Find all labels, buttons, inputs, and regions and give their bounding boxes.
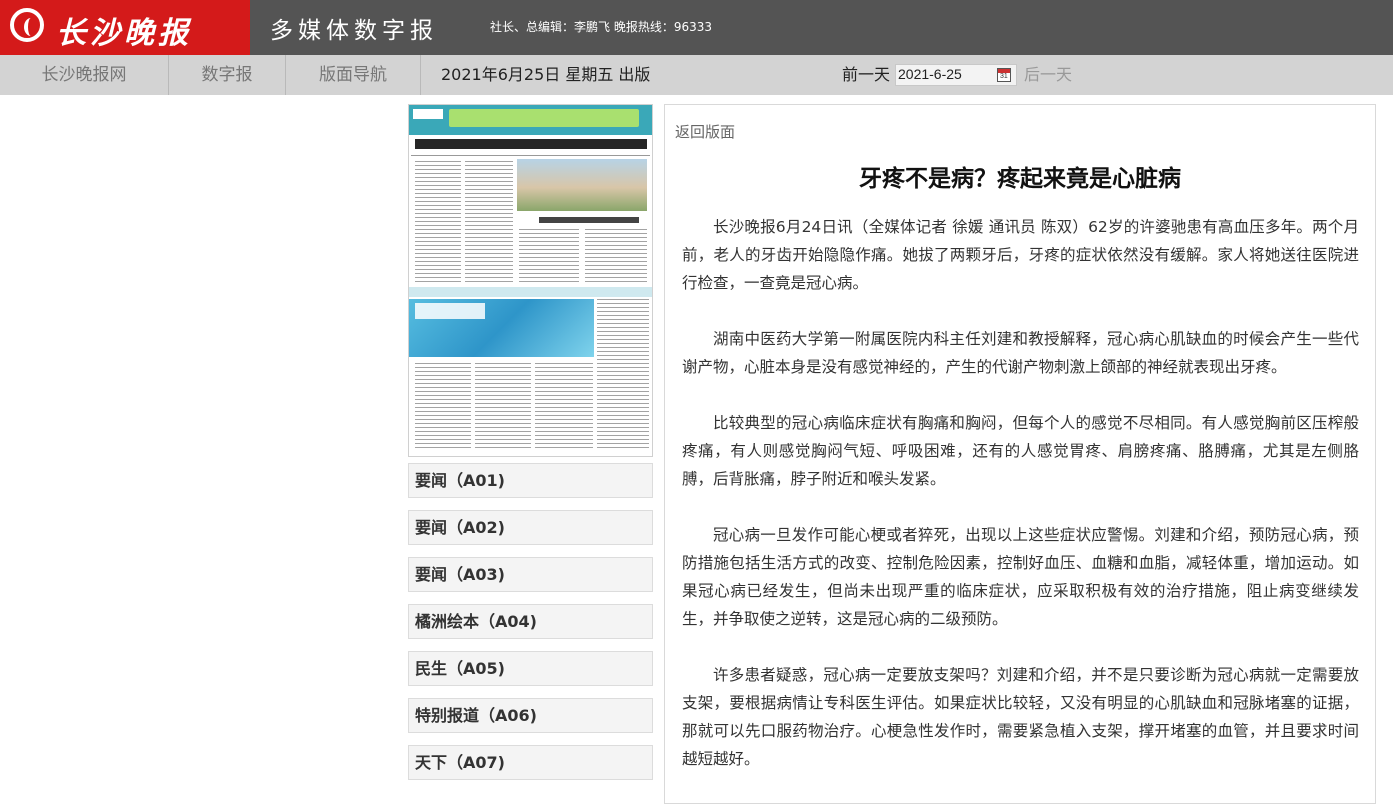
- article-body: 长沙晚报6月24日讯（全媒体记者 徐媛 通讯员 陈双）62岁的许婆驰患有高血压多…: [682, 213, 1359, 801]
- logo-text: 长沙晚报: [56, 16, 192, 51]
- thumb-banner: [449, 109, 639, 127]
- prev-day-link[interactable]: 前一天: [842, 55, 890, 95]
- thumb-pool-photo: [409, 299, 594, 357]
- thumb-text-column: [585, 229, 647, 283]
- site-title: 多媒体数字报: [270, 18, 438, 44]
- thumb-section-band: [409, 287, 652, 297]
- article-title: 牙疼不是病？疼起来竟是心脏病: [859, 166, 1181, 192]
- section-item-a07[interactable]: 天下（A07): [408, 745, 653, 780]
- editor-info: 社长、总编辑：李鹏飞 晚报热线：96333: [490, 20, 712, 34]
- section-item-a02[interactable]: 要闻（A02): [408, 510, 653, 545]
- calendar-icon[interactable]: 31: [997, 68, 1011, 82]
- site-logo[interactable]: 长沙晚报: [0, 0, 250, 55]
- page-thumbnail[interactable]: [408, 104, 653, 457]
- section-item-a03[interactable]: 要闻（A03): [408, 557, 653, 592]
- thumb-text-column: [519, 229, 579, 283]
- section-item-a05[interactable]: 民生（A05): [408, 651, 653, 686]
- thumb-divider: [411, 155, 650, 156]
- next-day-link[interactable]: 后一天: [1024, 55, 1072, 95]
- thumb-pool-caption: [415, 303, 485, 319]
- date-value: 2021-6-25: [898, 66, 962, 82]
- article-paragraph: 许多患者疑惑，冠心病一定要放支架吗？刘建和介绍，并不是只要诊断为冠心病就一定需要…: [682, 666, 1359, 768]
- article-paragraph: 湖南中医药大学第一附属医院内科主任刘建和教授解释，冠心病心肌缺血的时候会产生一些…: [682, 330, 1359, 376]
- thumb-text-column: [415, 363, 471, 451]
- top-header: 长沙晚报 多媒体数字报 社长、总编辑：李鹏飞 晚报热线：96333: [0, 0, 1393, 55]
- article-panel: 返回版面 牙疼不是病？疼起来竟是心脏病 长沙晚报6月24日讯（全媒体记者 徐媛 …: [664, 104, 1376, 804]
- date-picker-input[interactable]: 2021-6-25 31: [895, 64, 1017, 86]
- logo-icon: [10, 8, 44, 42]
- thumb-masthead: [413, 109, 443, 119]
- thumb-text-column: [465, 161, 513, 283]
- article-paragraph: 冠心病一旦发作可能心梗或者猝死，出现以上这些症状应警惕。刘建和介绍，预防冠心病，…: [682, 526, 1359, 628]
- article-paragraph: 比较典型的冠心病临床症状有胸痛和胸闷，但每个人的感觉不尽相同。有人感觉胸前区压榨…: [682, 414, 1359, 488]
- section-list: 要闻（A01) 要闻（A02) 要闻（A03) 橘洲绘本（A04) 民生（A05…: [408, 463, 653, 792]
- section-item-a06[interactable]: 特别报道（A06): [408, 698, 653, 733]
- thumb-side-column: [597, 299, 649, 449]
- back-to-page-link[interactable]: 返回版面: [675, 121, 735, 142]
- thumb-text-column: [415, 161, 461, 283]
- nav-item-home[interactable]: 长沙晚报网: [0, 55, 169, 95]
- thumb-subheadline: [539, 217, 639, 223]
- nav-item-layout-nav[interactable]: 版面导航: [286, 55, 421, 95]
- section-item-a04[interactable]: 橘洲绘本（A04): [408, 604, 653, 639]
- thumb-page-header: [409, 105, 652, 135]
- calendar-day-number: 31: [1000, 73, 1008, 80]
- article-paragraph: 长沙晚报6月24日讯（全媒体记者 徐媛 通讯员 陈双）62岁的许婆驰患有高血压多…: [682, 218, 1359, 292]
- thumb-text-column: [535, 363, 593, 451]
- nav-item-digital[interactable]: 数字报: [169, 55, 286, 95]
- thumb-headline: [415, 139, 647, 149]
- nav-bar: 长沙晚报网 数字报 版面导航 2021年6月25日 星期五 出版 前一天 202…: [0, 55, 1393, 95]
- publish-date: 2021年6月25日 星期五 出版: [441, 65, 651, 84]
- thumb-text-column: [475, 363, 531, 451]
- section-item-a01[interactable]: 要闻（A01): [408, 463, 653, 498]
- thumb-photo: [517, 159, 647, 211]
